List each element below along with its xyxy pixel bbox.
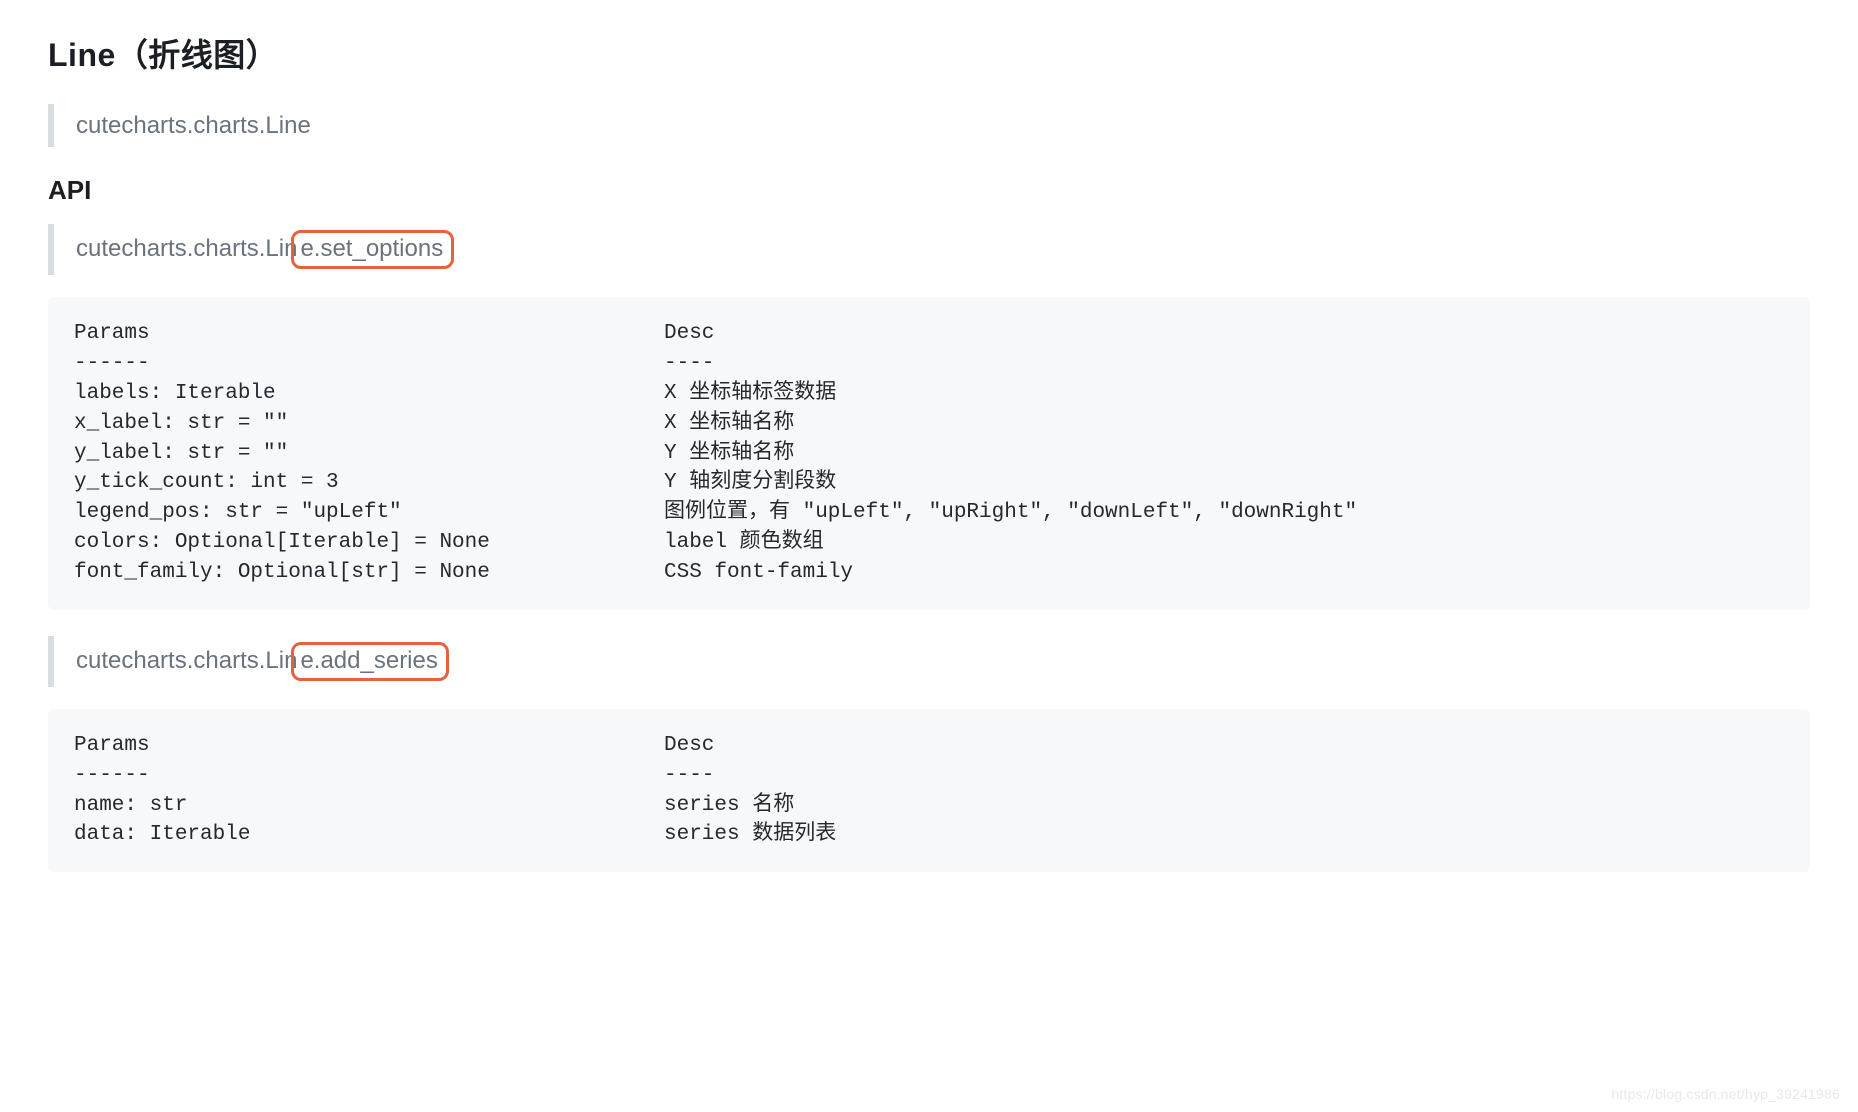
class-path-text: cutecharts.charts.Line <box>76 112 311 139</box>
highlight-add-series: e.add_series <box>291 642 448 681</box>
method-add-series-quote: cutecharts.charts.Line.add_series <box>48 636 1810 687</box>
set-options-codeblock: ParamsDesc----------labels: IterableX 坐标… <box>48 297 1810 609</box>
page-title: Line（折线图） <box>48 30 1810 76</box>
method-prefix-text: cutecharts.charts.Lin <box>76 235 297 262</box>
add-series-codeblock: ParamsDesc----------name: strseries 名称da… <box>48 709 1810 872</box>
document-root: Line（折线图） cutecharts.charts.Line API cut… <box>0 0 1858 938</box>
highlight-set-options: e.set_options <box>291 230 454 269</box>
watermark: https://blog.csdn.net/hyp_39241986 <box>1611 1086 1840 1102</box>
method-prefix-text: cutecharts.charts.Lin <box>76 647 297 674</box>
method-set-options-quote: cutecharts.charts.Line.set_options <box>48 224 1810 275</box>
class-path-quote: cutecharts.charts.Line <box>48 104 1810 147</box>
api-heading: API <box>48 175 1810 206</box>
